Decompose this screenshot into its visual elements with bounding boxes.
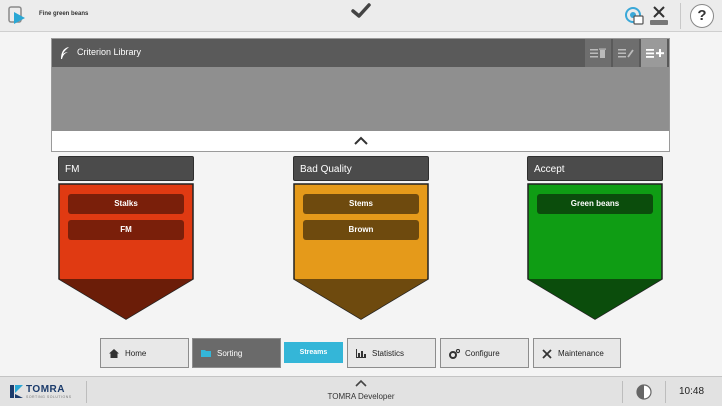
criterion-library-title: Criterion Library [77, 47, 142, 57]
tab-statistics[interactable]: Statistics [347, 338, 436, 368]
status-divider [622, 381, 623, 403]
list-add-icon [646, 49, 664, 58]
criterion-column-fm: FM Stalks FM [58, 156, 194, 320]
connection-icon[interactable] [623, 5, 645, 27]
criterion-column-bad-quality: Bad Quality Stems Brown [293, 156, 429, 320]
tools-icon [542, 349, 552, 359]
help-button[interactable]: ? [690, 4, 714, 28]
top-bar: Fine green beans ? [0, 0, 722, 32]
home-icon [109, 349, 119, 358]
brand-subtitle: SORTING SOLUTIONS [26, 395, 72, 399]
criterion-library-list [52, 67, 669, 131]
tab-maintenance[interactable]: Maintenance [533, 338, 621, 368]
criterion-library-header: Criterion Library [52, 39, 669, 67]
topbar-divider [680, 3, 681, 29]
criterion-chip[interactable]: Stems [303, 194, 419, 214]
status-divider [86, 381, 87, 403]
clock: 10:48 [679, 386, 705, 397]
play-icon[interactable] [8, 6, 26, 26]
add-criterion-button[interactable] [640, 39, 667, 67]
list-edit-icon [618, 49, 634, 58]
tab-configure[interactable]: Configure [440, 338, 529, 368]
criterion-library-panel: Criterion Library [51, 38, 670, 152]
program-name: Fine green beans [39, 11, 89, 17]
subtab-streams[interactable]: Streams [284, 342, 343, 363]
edit-criterion-button[interactable] [612, 39, 639, 67]
contrast-icon[interactable] [636, 384, 652, 400]
tab-home[interactable]: Home [100, 338, 189, 368]
tab-maintenance-label: Maintenance [558, 349, 604, 358]
feather-icon [61, 47, 69, 59]
status-divider [665, 381, 666, 403]
chevron-up-icon[interactable] [355, 379, 367, 387]
criterion-chip[interactable]: Stalks [68, 194, 184, 214]
tab-configure-label: Configure [465, 349, 500, 358]
remote-disconnect-icon[interactable] [649, 5, 669, 27]
delete-criterion-button[interactable] [584, 39, 611, 67]
column-title: Bad Quality [293, 156, 429, 181]
tomra-logo: TOMRA SORTING SOLUTIONS [10, 384, 85, 402]
column-title: Accept [527, 156, 663, 181]
criterion-chip[interactable]: Brown [303, 220, 419, 240]
status-bar: TOMRA SORTING SOLUTIONS TOMRA Developer … [0, 376, 722, 406]
tab-sorting[interactable]: Sorting [192, 338, 281, 368]
checkmark-icon[interactable] [351, 3, 371, 19]
tab-sorting-label: Sorting [217, 349, 243, 358]
tab-statistics-label: Statistics [372, 349, 405, 358]
column-title: FM [58, 156, 194, 181]
chevron-up-icon [354, 136, 368, 145]
criterion-chip[interactable]: Green beans [537, 194, 653, 214]
bar-chart-icon [356, 349, 366, 358]
brand-name: TOMRA [26, 384, 65, 395]
folder-icon [201, 350, 211, 357]
tomra-logo-icon [10, 385, 23, 398]
list-delete-icon [590, 48, 606, 58]
current-user[interactable]: TOMRA Developer [300, 392, 422, 401]
criterion-chip[interactable]: FM [68, 220, 184, 240]
gears-icon [449, 349, 460, 359]
tab-home-label: Home [125, 349, 147, 358]
criterion-column-accept: Accept Green beans [527, 156, 663, 320]
criterion-library-expand-button[interactable] [52, 131, 669, 151]
